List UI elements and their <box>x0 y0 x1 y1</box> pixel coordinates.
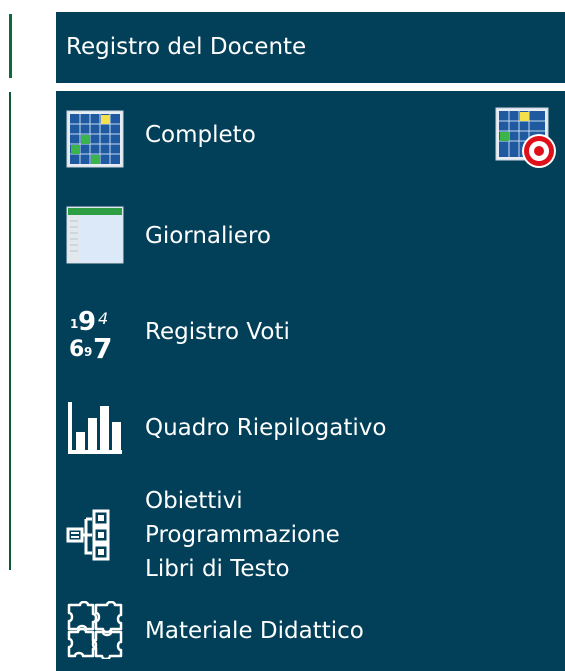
calendar-target-icon[interactable] <box>495 107 557 169</box>
menu-item-registro-voti[interactable]: 1 9 4 6 9 7 Registro Voti <box>56 300 565 362</box>
menu-item-materiale-didattico[interactable]: Materiale Didattico <box>56 601 565 663</box>
menu-item-label: Giornaliero <box>145 223 271 249</box>
panel-title: Registro del Docente <box>66 34 307 60</box>
daily-sheet-icon <box>66 206 124 264</box>
bar-chart-icon <box>68 402 122 454</box>
left-accent-bar-lower <box>9 92 11 570</box>
menu-item-label: Completo <box>145 122 256 148</box>
hierarchy-tree-icon <box>66 509 110 561</box>
teacher-register-menu: Completo Giornaliero 1 9 4 6 9 7 Registr… <box>56 91 565 671</box>
menu-item-label-line-3: Libri di Testo <box>145 556 290 582</box>
menu-item-quadro-riepilogativo[interactable]: Quadro Riepilogativo <box>56 396 565 458</box>
svg-text:6: 6 <box>69 337 84 360</box>
menu-item-label: Obiettivi Programmazione Libri di Testo <box>145 484 340 586</box>
menu-item-completo[interactable]: Completo <box>56 107 565 170</box>
svg-text:9: 9 <box>84 345 92 359</box>
menu-item-label: Quadro Riepilogativo <box>145 415 387 441</box>
calendar-grid-icon <box>66 110 124 168</box>
menu-item-giornaliero[interactable]: Giornaliero <box>56 204 565 266</box>
menu-item-label-line-1: Obiettivi <box>145 488 243 514</box>
svg-text:7: 7 <box>93 332 112 360</box>
grades-numbers-icon: 1 9 4 6 9 7 <box>69 307 112 360</box>
menu-item-label: Registro Voti <box>145 319 290 345</box>
menu-item-obiettivi-programmazione[interactable]: Obiettivi Programmazione Libri di Testo <box>56 485 565 587</box>
menu-item-label: Materiale Didattico <box>145 618 364 644</box>
left-accent-bar <box>9 14 12 78</box>
svg-text:4: 4 <box>98 309 108 328</box>
puzzle-pieces-icon <box>67 601 123 659</box>
menu-item-label-line-2: Programmazione <box>145 522 340 548</box>
panel-header: Registro del Docente <box>56 12 565 83</box>
